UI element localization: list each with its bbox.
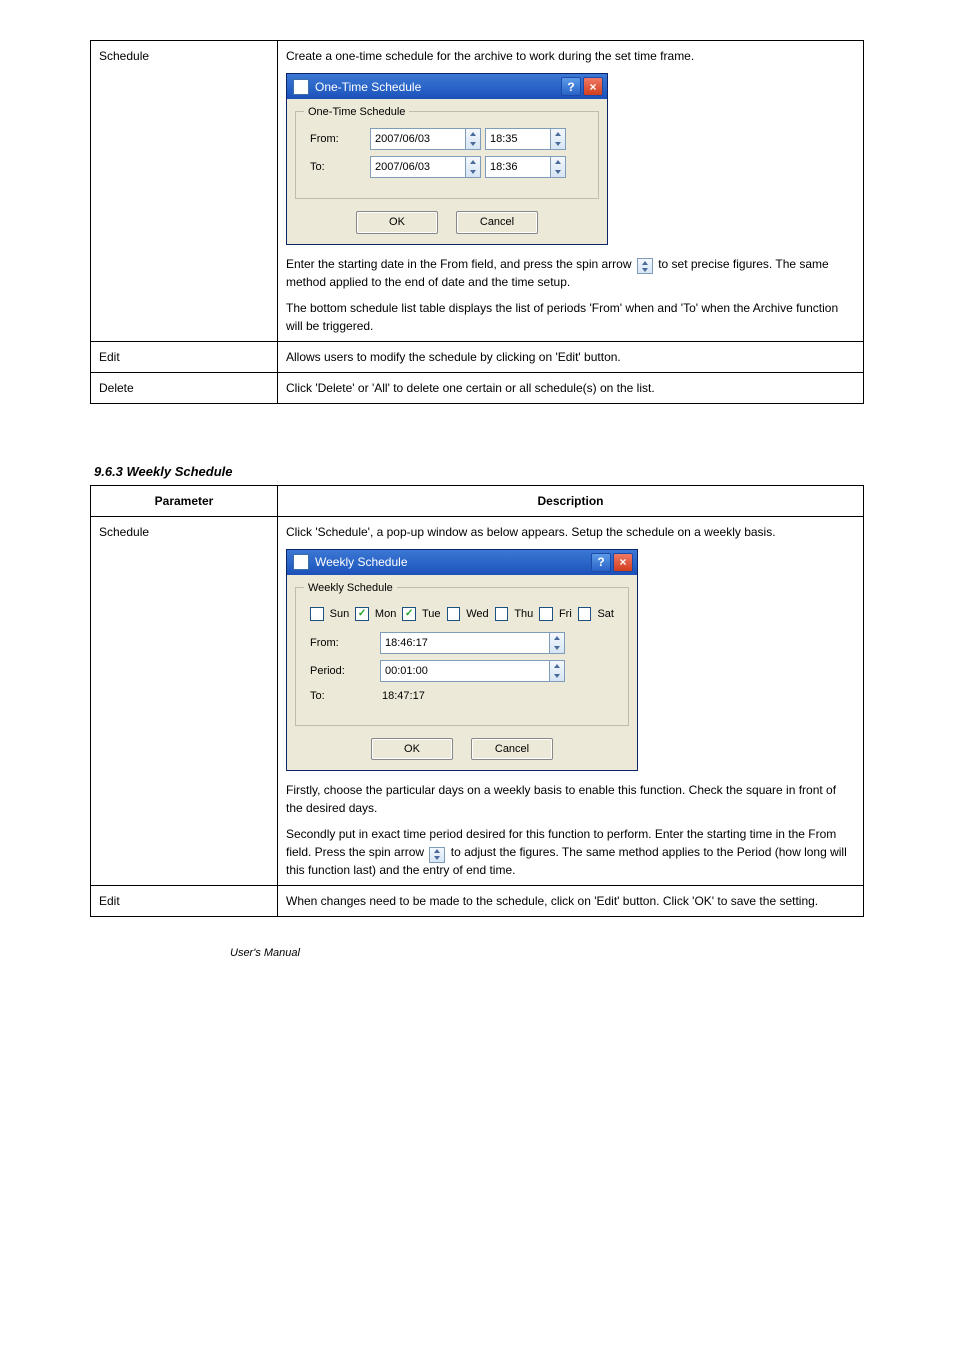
row2-right: Allows users to modify the schedule by c… — [278, 341, 864, 372]
dialog-title-text: One-Time Schedule — [315, 78, 421, 96]
chk-sat[interactable] — [578, 607, 592, 621]
cancel-button[interactable]: Cancel — [456, 211, 538, 234]
dialog-titlebar: One-Time Schedule ? × — [287, 74, 607, 99]
chk-thu[interactable] — [495, 607, 509, 621]
to-time-spinner[interactable] — [551, 156, 566, 178]
from-date-spinner[interactable] — [466, 128, 481, 150]
section-heading: 9.6.3 Weekly Schedule — [94, 464, 864, 479]
close-button[interactable]: × — [583, 77, 603, 96]
weekly-dialog: Weekly Schedule ? × Weekly Schedule Sun — [286, 549, 638, 772]
to-date-spinner[interactable] — [466, 156, 481, 178]
chk-fri[interactable] — [539, 607, 553, 621]
one-time-desc-top: Create a one-time schedule for the archi… — [286, 47, 855, 65]
weekly-inline-spinner-icon — [429, 847, 445, 863]
one-time-schedule-table: Schedule Create a one-time schedule for … — [90, 40, 864, 404]
weekly-to-label: To: — [310, 688, 380, 705]
weekly-desc-top: Click 'Schedule', a pop-up window as bel… — [286, 523, 855, 541]
weekly-period-spinner[interactable] — [550, 660, 565, 682]
desc-part3: The bottom schedule list table displays … — [286, 301, 838, 333]
weekly-row2-left: Edit — [91, 886, 278, 917]
lbl-thu: Thu — [514, 606, 533, 623]
lbl-sat: Sat — [597, 606, 614, 623]
weekly-period-input[interactable] — [380, 660, 550, 682]
weekly-from-label: From: — [310, 635, 380, 652]
row3-left: Delete — [91, 372, 278, 403]
weekly-row1-right: Click 'Schedule', a pop-up window as bel… — [278, 516, 864, 886]
lbl-tue: Tue — [422, 606, 441, 623]
row3-right: Click 'Delete' or 'All' to delete one ce… — [278, 372, 864, 403]
groupbox-title: One-Time Schedule — [304, 104, 409, 121]
to-date-input[interactable] — [370, 156, 466, 178]
row2-left: Edit — [91, 341, 278, 372]
weekly-ok-button[interactable]: OK — [371, 738, 453, 761]
weekly-row1-left: Schedule — [91, 516, 278, 886]
footer-text: User's Manual — [230, 947, 864, 959]
one-time-dialog: One-Time Schedule ? × One-Time Schedule … — [286, 73, 608, 245]
chk-sun[interactable] — [310, 607, 324, 621]
weekly-dialog-icon — [293, 554, 309, 570]
to-time-input[interactable] — [485, 156, 551, 178]
weekly-close-button[interactable]: × — [613, 553, 633, 572]
to-label: To: — [310, 159, 370, 176]
th-description: Description — [278, 485, 864, 516]
help-button[interactable]: ? — [561, 77, 581, 96]
weekly-desc-p1: Firstly, choose the particular days on a… — [286, 781, 855, 817]
schedule-label: Schedule — [99, 49, 149, 63]
one-time-groupbox: One-Time Schedule From: — [295, 111, 599, 199]
dialog-icon — [293, 79, 309, 95]
weekly-period-label: Period: — [310, 663, 380, 680]
weekly-from-input[interactable] — [380, 632, 550, 654]
desc-part1: Enter the starting date in the From fiel… — [286, 257, 635, 271]
one-time-desc-rest: Enter the starting date in the From fiel… — [286, 255, 855, 335]
from-label: From: — [310, 131, 370, 148]
row1-right: Create a one-time schedule for the archi… — [278, 41, 864, 342]
weekly-titlebar: Weekly Schedule ? × — [287, 550, 637, 575]
from-time-input[interactable] — [485, 128, 551, 150]
weekly-to-value: 18:47:17 — [380, 688, 425, 705]
lbl-wed: Wed — [466, 606, 488, 623]
weekly-cancel-button[interactable]: Cancel — [471, 738, 553, 761]
chk-wed[interactable] — [447, 607, 461, 621]
weekly-from-spinner[interactable] — [550, 632, 565, 654]
ok-button[interactable]: OK — [356, 211, 438, 234]
lbl-mon: Mon — [375, 606, 396, 623]
days-row: Sun ✓ Mon ✓ Tue Wed Thu Fri Sat — [310, 606, 614, 623]
weekly-schedule-table: Parameter Description Schedule Click 'Sc… — [90, 485, 864, 918]
weekly-row2-right: When changes need to be made to the sche… — [278, 886, 864, 917]
weekly-help-button[interactable]: ? — [591, 553, 611, 572]
from-time-spinner[interactable] — [551, 128, 566, 150]
chk-tue[interactable]: ✓ — [402, 607, 416, 621]
weekly-groupbox: Weekly Schedule Sun ✓Mon ✓Tue Wed Thu Fr… — [295, 587, 629, 726]
weekly-desc-rest: Firstly, choose the particular days on a… — [286, 781, 855, 879]
chk-mon[interactable]: ✓ — [355, 607, 369, 621]
weekly-title-text: Weekly Schedule — [315, 553, 408, 571]
row1-left: Schedule — [91, 41, 278, 342]
inline-spinner-icon — [637, 258, 653, 274]
lbl-fri: Fri — [559, 606, 572, 623]
weekly-group-title: Weekly Schedule — [304, 580, 397, 597]
from-date-input[interactable] — [370, 128, 466, 150]
lbl-sun: Sun — [330, 606, 350, 623]
th-parameter: Parameter — [91, 485, 278, 516]
